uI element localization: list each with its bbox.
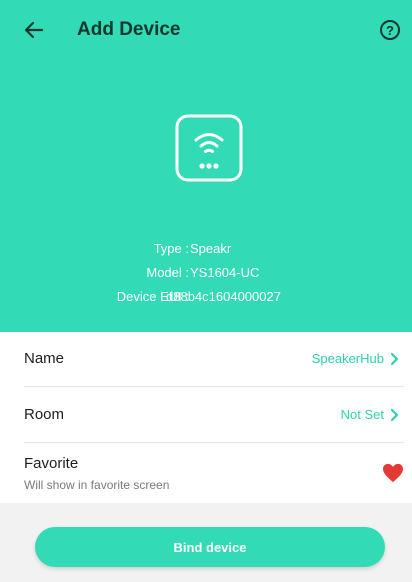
help-icon[interactable]: ? — [380, 20, 400, 40]
device-model-value: YS1604-UC — [190, 265, 260, 280]
page-title: Add Device — [77, 19, 181, 40]
top-app-bar: Add Device ? — [0, 0, 412, 64]
room-value: Not Set — [340, 407, 384, 422]
room-row[interactable]: Room Not Set — [24, 388, 404, 443]
heart-icon[interactable] — [382, 463, 404, 483]
device-type-value: Speakr — [190, 241, 232, 256]
favorite-label: Favorite — [24, 455, 79, 472]
chevron-right-icon — [390, 352, 399, 366]
bind-device-button[interactable]: Bind device — [35, 527, 385, 567]
name-label: Name — [24, 350, 65, 367]
device-eui-value: d88b4c1604000027 — [166, 289, 281, 304]
device-model-label: Model : — [146, 265, 189, 280]
chevron-right-icon — [390, 408, 399, 422]
favorite-row: Favorite Will show in favorite screen — [24, 443, 404, 503]
favorite-subtext: Will show in favorite screen — [24, 478, 170, 492]
device-type-label: Type : — [153, 241, 189, 256]
room-label: Room — [24, 406, 65, 423]
wifi-hub-icon — [175, 114, 243, 182]
header-panel: Add Device ? Type : Speakr Model : YS160… — [0, 0, 412, 332]
arrow-left-icon[interactable] — [22, 18, 46, 42]
name-value: SpeakerHub — [311, 351, 384, 366]
name-row[interactable]: Name SpeakerHub — [24, 332, 404, 387]
